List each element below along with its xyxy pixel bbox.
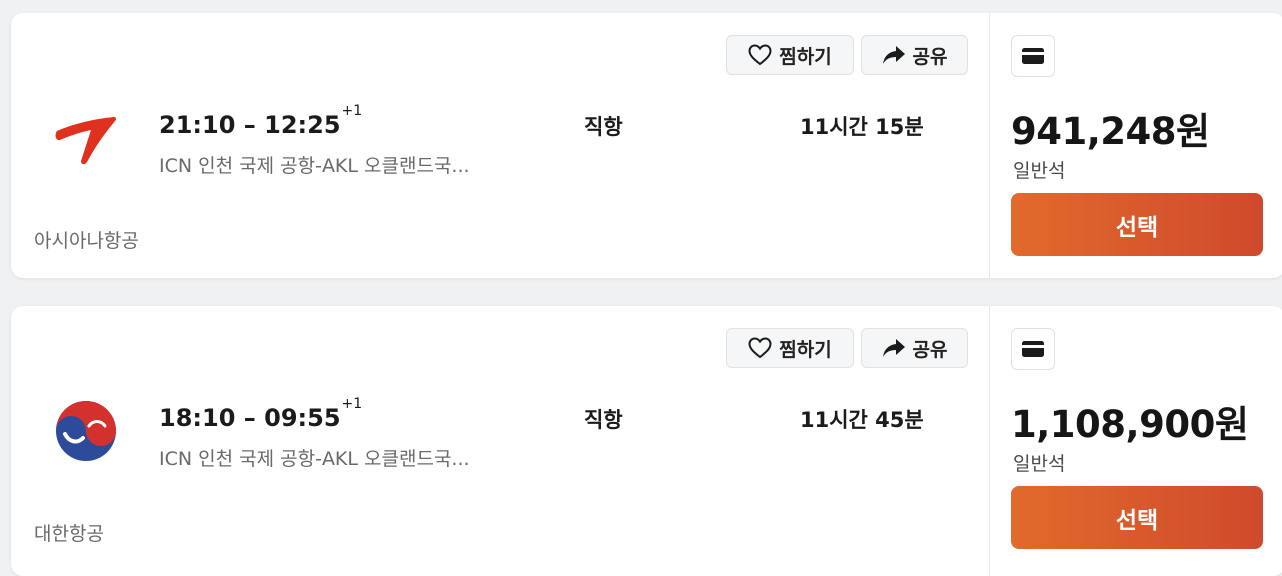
flight-times: 21:10 – 12:25+1 [159, 103, 362, 139]
arrival-time: 09:55 [264, 404, 341, 432]
cabin-class: 일반석 [1013, 160, 1066, 182]
payment-info-button[interactable] [1011, 328, 1055, 370]
save-button[interactable]: 찜하기 [726, 35, 854, 75]
heart-icon [748, 44, 772, 66]
share-button-label: 공유 [912, 338, 948, 361]
time-separator: – [243, 404, 256, 432]
price: 941,248원 [1011, 110, 1210, 153]
select-button[interactable]: 선택 [1011, 193, 1263, 256]
credit-card-icon [1022, 48, 1044, 64]
flight-result-card[interactable]: 찜하기 공유 18:10 – 09:55+1 ICN 인천 국제 공항-AKL … [11, 306, 1282, 576]
airline-name: 대한항공 [34, 523, 104, 545]
credit-card-icon [1022, 341, 1044, 357]
day-offset: +1 [341, 103, 363, 119]
save-button-label: 찜하기 [779, 45, 832, 68]
share-button-label: 공유 [912, 45, 948, 68]
time-separator: – [243, 111, 256, 139]
route-text: ICN 인천 국제 공항-AKL 오클랜드국... [159, 155, 470, 177]
select-button[interactable]: 선택 [1011, 486, 1263, 549]
asiana-airlines-logo [53, 105, 119, 171]
route-text: ICN 인천 국제 공항-AKL 오클랜드국... [159, 448, 470, 470]
duration-text: 11시간 45분 [800, 408, 924, 432]
departure-time: 21:10 [159, 111, 236, 139]
stops-text: 직항 [584, 115, 623, 139]
day-offset: +1 [341, 396, 363, 412]
flight-times: 18:10 – 09:55+1 [159, 396, 362, 432]
share-arrow-icon [882, 46, 905, 64]
price: 1,108,900원 [1011, 403, 1249, 446]
flight-result-card[interactable]: 찜하기 공유 21:10 – 12:25+1 ICN 인천 국제 공항-AKL … [11, 13, 1282, 278]
departure-time: 18:10 [159, 404, 236, 432]
cabin-class: 일반석 [1013, 453, 1066, 475]
duration-text: 11시간 15분 [800, 115, 924, 139]
airline-name: 아시아나항공 [34, 230, 139, 252]
payment-info-button[interactable] [1011, 35, 1055, 77]
share-button[interactable]: 공유 [861, 328, 968, 368]
arrival-time: 12:25 [264, 111, 341, 139]
share-arrow-icon [882, 339, 905, 357]
save-button-label: 찜하기 [779, 338, 832, 361]
card-divider [989, 13, 990, 278]
stops-text: 직항 [584, 408, 623, 432]
save-button[interactable]: 찜하기 [726, 328, 854, 368]
card-divider [989, 306, 990, 576]
share-button[interactable]: 공유 [861, 35, 968, 75]
heart-icon [748, 337, 772, 359]
korean-air-logo [53, 398, 119, 464]
